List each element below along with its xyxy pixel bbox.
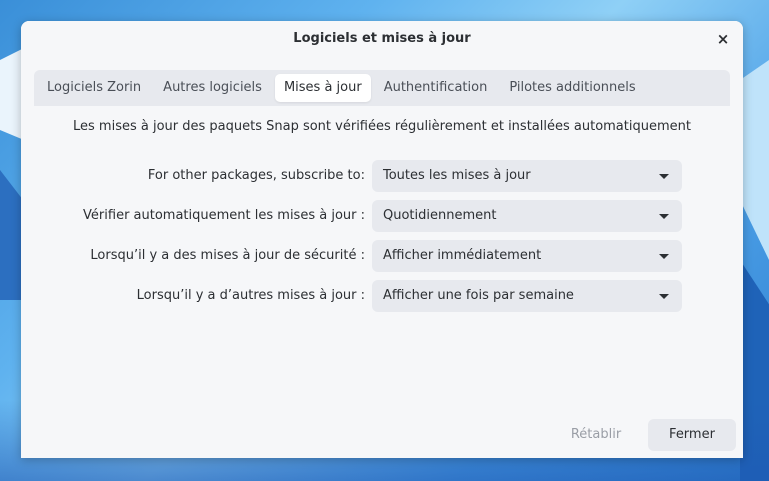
auto-check-value: Quotidiennement [383, 208, 497, 223]
other-updates-row: Lorsqu’il y a d’autres mises à jour : Af… [21, 280, 743, 312]
wallpaper-shape [740, 60, 769, 260]
close-icon[interactable]: × [713, 29, 733, 49]
other-updates-value: Afficher une fois par semaine [383, 288, 574, 303]
auto-check-row: Vérifier automatiquement les mises à jou… [21, 200, 743, 232]
subscribe-row: For other packages, subscribe to: Toutes… [21, 160, 743, 192]
security-updates-label: Lorsqu’il y a des mises à jour de sécuri… [90, 248, 365, 263]
window-title: Logiciels et mises à jour [293, 31, 471, 46]
other-updates-dropdown[interactable]: Afficher une fois par semaine [372, 280, 682, 312]
other-updates-label: Lorsqu’il y a d’autres mises à jour : [136, 288, 365, 303]
security-updates-row: Lorsqu’il y a des mises à jour de sécuri… [21, 240, 743, 272]
titlebar: Logiciels et mises à jour × [21, 21, 743, 57]
chevron-down-icon [659, 294, 669, 299]
chevron-down-icon [659, 254, 669, 259]
security-updates-dropdown[interactable]: Afficher immédiatement [372, 240, 682, 272]
tab-logiciels-zorin[interactable]: Logiciels Zorin [38, 74, 150, 102]
snap-info-text: Les mises à jour des paquets Snap sont v… [73, 119, 691, 134]
subscribe-dropdown[interactable]: Toutes les mises à jour [372, 160, 682, 192]
subscribe-value: Toutes les mises à jour [383, 168, 531, 183]
auto-check-dropdown[interactable]: Quotidiennement [372, 200, 682, 232]
chevron-down-icon [659, 214, 669, 219]
chevron-down-icon [659, 174, 669, 179]
close-button[interactable]: Fermer [648, 419, 736, 451]
subscribe-label: For other packages, subscribe to: [147, 168, 365, 183]
tab-bar: Logiciels Zorin Autres logiciels Mises à… [34, 70, 730, 106]
tab-pilotes-additionnels[interactable]: Pilotes additionnels [500, 74, 644, 102]
tab-mises-a-jour[interactable]: Mises à jour [274, 74, 371, 102]
tab-autres-logiciels[interactable]: Autres logiciels [154, 74, 271, 102]
auto-check-label: Vérifier automatiquement les mises à jou… [83, 208, 365, 223]
tab-authentification[interactable]: Authentification [375, 74, 497, 102]
security-updates-value: Afficher immédiatement [383, 248, 542, 263]
dialog-window: Logiciels et mises à jour × Logiciels Zo… [21, 21, 743, 458]
reset-button: Rétablir [570, 427, 622, 442]
